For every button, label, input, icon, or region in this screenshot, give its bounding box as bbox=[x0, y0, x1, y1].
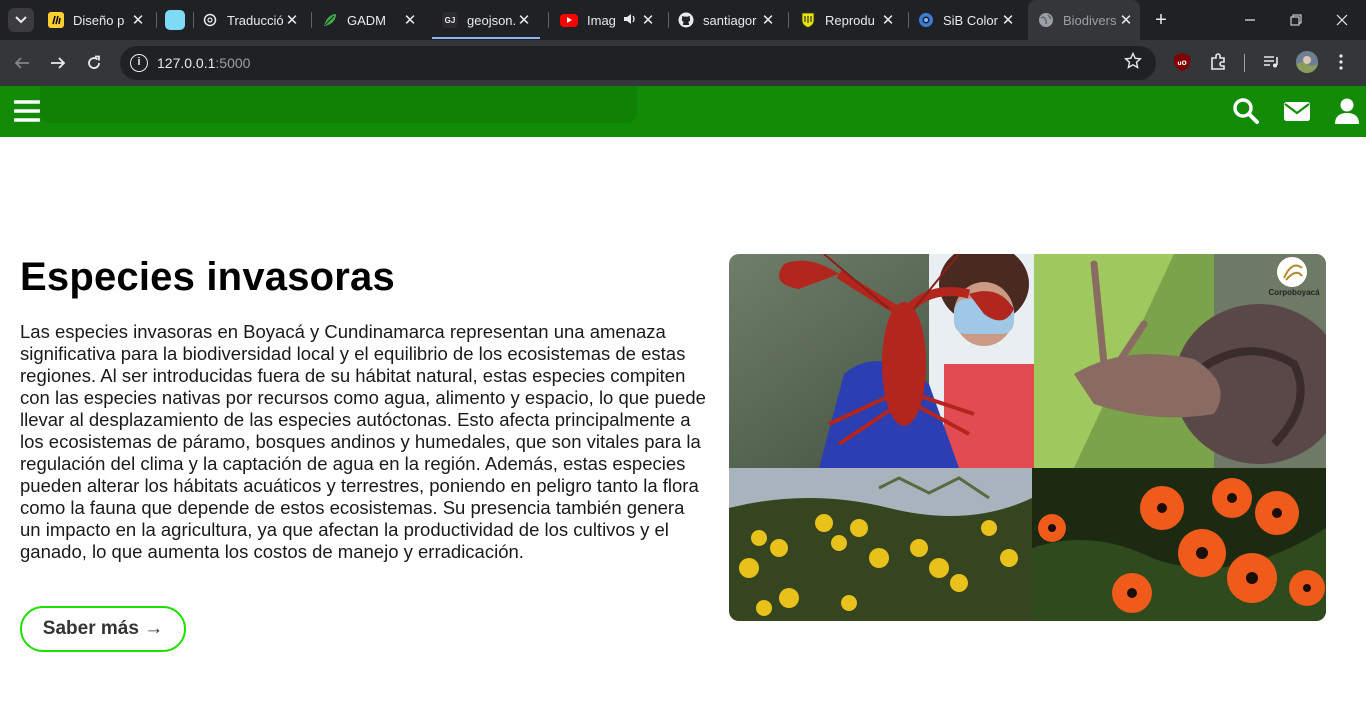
new-tab-button[interactable]: + bbox=[1150, 10, 1172, 32]
site-info-icon[interactable]: i bbox=[130, 54, 148, 72]
close-window-icon[interactable] bbox=[1332, 10, 1352, 30]
close-tab-icon[interactable]: ✕ bbox=[402, 12, 418, 29]
shield-icon bbox=[800, 12, 816, 28]
svg-text:uO: uO bbox=[1177, 60, 1186, 67]
toolbar-divider bbox=[1244, 54, 1245, 72]
bookmark-star-icon[interactable] bbox=[1123, 51, 1143, 75]
browser-tab[interactable]: santiagor ✕ bbox=[670, 0, 786, 40]
tab-title: Imag bbox=[587, 12, 616, 28]
restore-icon[interactable] bbox=[1286, 10, 1306, 30]
tab-title: santiagor bbox=[703, 12, 757, 28]
close-tab-icon[interactable]: ✕ bbox=[1000, 12, 1016, 29]
site-navbar bbox=[0, 86, 1366, 137]
url-port: :5000 bbox=[215, 55, 251, 71]
tab-loading-indicator bbox=[432, 37, 540, 39]
sib-icon bbox=[918, 12, 934, 28]
intro-paragraph: Las especies invasoras en Boyacá y Cundi… bbox=[20, 321, 706, 562]
media-controls-icon[interactable] bbox=[1260, 51, 1282, 73]
snail-photo: Corpoboyacá bbox=[1034, 254, 1326, 468]
close-tab-icon[interactable]: ✕ bbox=[130, 12, 146, 29]
search-icon[interactable] bbox=[1232, 97, 1260, 125]
nav-decoration bbox=[40, 86, 637, 123]
tab-title: Diseño p bbox=[73, 12, 125, 28]
browser-tab[interactable]: Imag ✕ bbox=[550, 0, 666, 40]
close-tab-icon[interactable]: ✕ bbox=[284, 12, 300, 29]
url-text: 127.0.0.1:5000 bbox=[157, 55, 250, 71]
address-bar[interactable]: i 127.0.0.1:5000 bbox=[120, 46, 1156, 80]
github-icon bbox=[678, 12, 694, 28]
corpoboyaca-logo: Corpoboyacá bbox=[1266, 288, 1322, 297]
browser-tab[interactable]: Traducció ✕ bbox=[194, 0, 310, 40]
close-tab-icon[interactable]: ✕ bbox=[760, 12, 776, 29]
close-tab-icon[interactable]: ✕ bbox=[640, 12, 656, 29]
browser-tab[interactable]: Diseño p ✕ bbox=[40, 0, 156, 40]
tab-separator bbox=[548, 12, 549, 28]
thunbergia-flower-photo bbox=[1032, 468, 1326, 621]
invasive-species-collage: Corpoboyacá bbox=[729, 254, 1326, 621]
minimize-icon[interactable] bbox=[1240, 10, 1260, 30]
openai-icon bbox=[202, 12, 218, 28]
tab-title: GADM bbox=[347, 12, 386, 28]
tab-separator bbox=[668, 12, 669, 28]
browser-tab-strip: Diseño p ✕ Traducció ✕ GADM ✕ GJ geojson… bbox=[0, 0, 1366, 40]
tab-separator bbox=[788, 12, 789, 28]
youtube-icon bbox=[560, 13, 578, 27]
chevron-down-icon bbox=[15, 16, 27, 24]
miro-icon bbox=[48, 12, 64, 28]
tab-search-button[interactable] bbox=[8, 8, 34, 32]
globe-icon bbox=[1038, 12, 1054, 28]
extensions-puzzle-icon[interactable] bbox=[1207, 51, 1229, 73]
leaf-icon bbox=[322, 12, 338, 28]
browser-tab[interactable]: GADM ✕ bbox=[312, 0, 428, 40]
browser-tab[interactable]: GJ geojson. ✕ bbox=[432, 0, 542, 40]
mail-icon[interactable] bbox=[1283, 97, 1311, 125]
reload-icon[interactable] bbox=[82, 51, 106, 75]
url-host: 127.0.0.1 bbox=[157, 55, 216, 71]
user-icon[interactable] bbox=[1333, 97, 1361, 125]
browser-tab[interactable] bbox=[157, 0, 193, 40]
browser-tab[interactable]: SiB Color ✕ bbox=[910, 0, 1026, 40]
browser-tab[interactable]: Reprodu ✕ bbox=[790, 0, 906, 40]
close-tab-icon[interactable]: ✕ bbox=[1118, 12, 1134, 29]
tab-title: SiB Color bbox=[943, 12, 998, 28]
back-arrow-icon[interactable] bbox=[10, 51, 34, 75]
crayfish-photo bbox=[729, 254, 1034, 468]
speaker-icon[interactable] bbox=[623, 12, 637, 29]
ublock-icon[interactable]: uO bbox=[1171, 51, 1193, 73]
learn-more-button[interactable]: Saber más → bbox=[20, 606, 186, 652]
geojson-icon: GJ bbox=[442, 12, 458, 28]
logo-text: Corpoboyacá bbox=[1268, 288, 1320, 297]
menu-kebab-icon[interactable] bbox=[1330, 51, 1352, 73]
close-tab-icon[interactable]: ✕ bbox=[880, 12, 896, 29]
app-icon bbox=[165, 10, 185, 30]
page-title: Especies invasoras bbox=[20, 255, 395, 299]
gorse-photo bbox=[729, 468, 1032, 621]
tab-separator bbox=[908, 12, 909, 28]
tab-title: Reprodu bbox=[825, 12, 875, 28]
profile-avatar[interactable] bbox=[1296, 51, 1318, 73]
hamburger-menu-icon[interactable] bbox=[13, 97, 42, 125]
forward-arrow-icon[interactable] bbox=[46, 51, 70, 75]
close-tab-icon[interactable]: ✕ bbox=[516, 12, 532, 29]
tab-title: Biodivers bbox=[1063, 12, 1117, 28]
tab-title: Traducció bbox=[227, 12, 284, 28]
browser-tab-active[interactable]: Biodivers ✕ bbox=[1028, 0, 1140, 40]
browser-toolbar: i 127.0.0.1:5000 uO bbox=[0, 40, 1366, 86]
